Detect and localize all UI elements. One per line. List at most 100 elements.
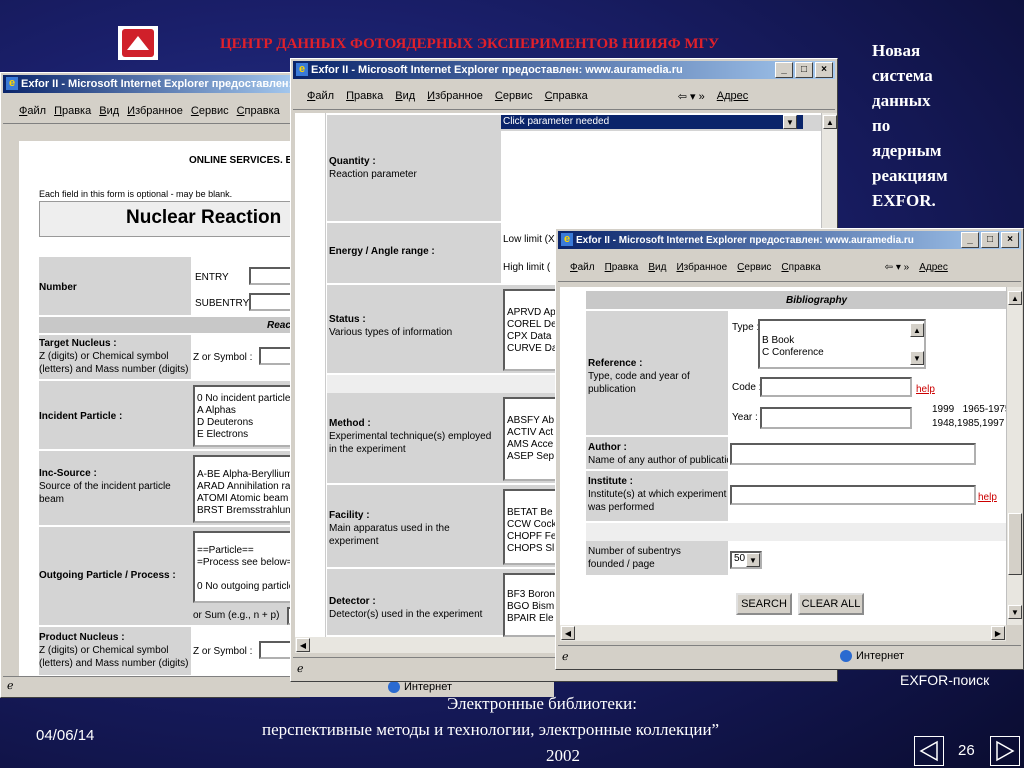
dropdown-arrow-icon[interactable]: ▼ <box>746 553 760 567</box>
side-title: Новая система данных по ядерным реакциям… <box>872 41 948 210</box>
menu-tools[interactable]: Сервис <box>737 262 771 273</box>
internet-zone-label: Интернет <box>404 681 452 693</box>
prev-slide-icon[interactable] <box>914 736 944 766</box>
dropdown-arrow-icon[interactable]: ▼ <box>783 115 797 129</box>
menu-favorites[interactable]: Избранное <box>427 90 483 102</box>
menu-tools[interactable]: Сервис <box>191 105 229 117</box>
incsource-list[interactable]: A-BE Alpha-Beryllium ARAD Annihilation ra… <box>193 455 299 523</box>
vertical-scrollbar[interactable]: ▲ ▼ <box>1006 287 1022 625</box>
page-content: Bibliography Reference : Type, code and y… <box>560 287 1022 625</box>
institute-input[interactable] <box>730 485 976 505</box>
minimize-button[interactable]: _ <box>961 232 979 248</box>
subentrys-label: Number of subentrys founded / page <box>588 546 681 570</box>
target-label: Target Nucleus :Z (digits) or Chemical s… <box>39 338 189 375</box>
facility-list[interactable]: BETAT Be CCW Cock CHOPF Fe CHOPS Sl <box>503 489 563 565</box>
back-arrow-icon[interactable]: ⇦ ▾ » <box>678 90 705 103</box>
next-slide-icon[interactable] <box>990 736 1020 766</box>
ie-icon: e <box>296 63 308 76</box>
institute-help-link[interactable]: help <box>978 491 997 504</box>
institute-logo-icon <box>118 26 158 60</box>
product-label: Product Nucleus :Z (digits) or Chemical … <box>39 632 189 669</box>
menu-view[interactable]: Вид <box>395 90 415 102</box>
scroll-right-icon[interactable]: ▶ <box>991 626 1005 640</box>
close-button[interactable]: × <box>815 62 833 78</box>
menu-favorites[interactable]: Избранное <box>127 105 183 117</box>
outgoing-list[interactable]: ==Particle== =Process see below= 0 No out… <box>193 531 299 603</box>
page-count-select[interactable]: 50 ▼ <box>730 551 762 569</box>
quantity-select[interactable]: Click parameter needed ▼ <box>501 115 803 129</box>
method-label: Method : Experimental technique(s) employ… <box>329 418 492 455</box>
menu-help[interactable]: Справка <box>545 90 588 102</box>
row-number: Number ENTRY SUBENTRY <box>39 257 299 317</box>
heading-box: Nuclear Reaction <box>39 201 299 237</box>
high-limit-label: High limit ( <box>503 262 551 273</box>
menu-help[interactable]: Справка <box>237 105 280 117</box>
method-list[interactable]: ABSFY Ab ACTIV Act AMS Acce ASEP Sep <box>503 397 563 481</box>
slide-header: ЦЕНТР ДАННЫХ ФОТОЯДЕРНЫХ ЭКСПЕРИМЕНТОВ Н… <box>220 36 720 52</box>
menu-help[interactable]: Справка <box>781 262 820 273</box>
reac-label: Reac <box>267 320 291 331</box>
scroll-up-icon[interactable]: ▲ <box>910 323 924 337</box>
year-input[interactable] <box>760 407 912 429</box>
page-done-icon: ℯ <box>297 663 304 675</box>
entry-label: ENTRY <box>195 272 229 283</box>
scroll-down-icon[interactable]: ▼ <box>910 351 924 365</box>
close-button[interactable]: × <box>1001 232 1019 248</box>
page-heading: Nuclear Reaction <box>126 207 282 228</box>
address-label[interactable]: Адрес <box>717 90 749 102</box>
menu-edit[interactable]: Правка <box>54 105 91 117</box>
menu-file[interactable]: Файл <box>570 262 595 273</box>
minimize-button[interactable]: _ <box>775 62 793 78</box>
row-quantity: Quantity : Reaction parameter Click param… <box>327 115 825 223</box>
status-list[interactable]: APRVD Ap COREL De CPX Data CURVE Da <box>503 289 563 371</box>
scroll-left-icon[interactable]: ◀ <box>561 626 575 640</box>
scroll-left-icon[interactable]: ◀ <box>296 638 310 652</box>
maximize-button[interactable]: □ <box>795 62 813 78</box>
menu-view[interactable]: Вид <box>99 105 119 117</box>
author-label: Author : Name of any author of publicatio… <box>588 442 738 466</box>
search-button[interactable]: SEARCH <box>736 593 792 615</box>
clear-all-button[interactable]: CLEAR ALL <box>798 593 864 615</box>
menu-edit[interactable]: Правка <box>605 262 639 273</box>
scroll-up-icon[interactable]: ▲ <box>823 115 837 129</box>
menu-file[interactable]: Файл <box>19 105 46 117</box>
page-done-icon: ℯ <box>7 680 14 692</box>
maximize-button[interactable]: □ <box>981 232 999 248</box>
internet-zone-icon <box>840 650 852 662</box>
row-target: Target Nucleus :Z (digits) or Chemical s… <box>39 335 299 381</box>
address-label[interactable]: Адрес <box>919 262 948 273</box>
facility-label: Facility : Main apparatus used in the exp… <box>329 510 450 547</box>
caption-exfor-search: EXFOR-поиск <box>900 672 990 688</box>
menu-file[interactable]: Файл <box>307 90 334 102</box>
code-input[interactable] <box>760 377 912 397</box>
footer-line-1: Электронные библиотеки: <box>447 694 637 713</box>
scroll-up-icon[interactable]: ▲ <box>1008 291 1022 305</box>
energy-label: Energy / Angle range : <box>329 246 435 257</box>
row-incident: Incident Particle : 0 No incident partic… <box>39 381 299 451</box>
page-done-icon: ℯ <box>562 651 569 663</box>
horizontal-scrollbar[interactable]: ◀ <box>295 637 559 653</box>
menu-edit[interactable]: Правка <box>346 90 383 102</box>
menu-favorites[interactable]: Избранное <box>676 262 727 273</box>
status-bar: ℯ <box>3 676 297 695</box>
author-input[interactable] <box>730 443 976 465</box>
row-product: Product Nucleus :Z (digits) or Chemical … <box>39 627 299 677</box>
type-list[interactable]: B Book C Conference ▲ ▼ <box>758 319 926 369</box>
quantity-label: Quantity : Reaction parameter <box>329 156 417 180</box>
menu-view[interactable]: Вид <box>648 262 666 273</box>
window-titlebar: e Exfor II - Microsoft Internet Explorer… <box>558 231 1021 249</box>
row-outgoing: Outgoing Particle / Process : ==Particle… <box>39 527 299 627</box>
internet-zone-label: Интернет <box>856 650 904 662</box>
year-hint-1: 1999 1965-1975 <box>932 404 1011 415</box>
code-help-link[interactable]: help <box>916 383 935 396</box>
back-arrow-icon[interactable]: ⇦ ▾ » <box>885 262 910 273</box>
horizontal-scrollbar[interactable]: ◀ ▶ <box>560 625 1006 641</box>
incsource-label: Inc-Source : Source of the incident parti… <box>39 468 171 505</box>
incident-list[interactable]: 0 No incident particle -A Alphas D Deute… <box>193 385 299 447</box>
detector-list[interactable]: BF3 Boron BGO Bism BPAIR Ele <box>503 573 563 637</box>
or-sum-label: or Sum (e.g., n + p) <box>193 610 280 621</box>
menu-tools[interactable]: Сервис <box>495 90 533 102</box>
scroll-down-icon[interactable]: ▼ <box>1008 605 1022 619</box>
row-author: Author : Name of any author of publicatio… <box>586 437 1008 471</box>
internet-zone-icon <box>388 681 400 693</box>
